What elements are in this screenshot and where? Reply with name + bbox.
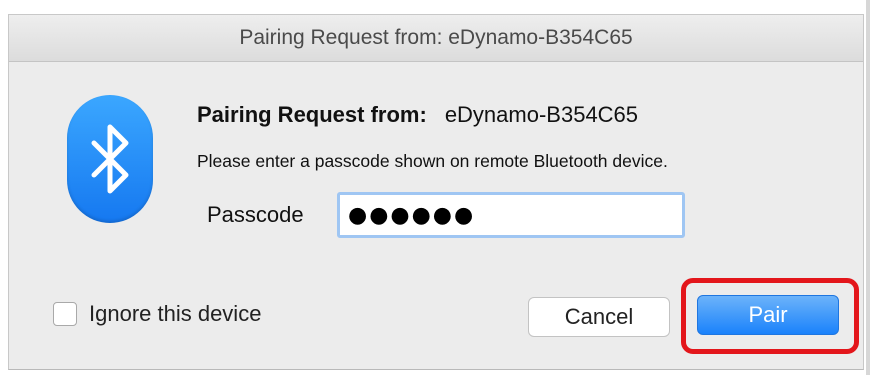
instruction-text: Please enter a passcode shown on remote … xyxy=(197,151,668,171)
pairing-dialog: Pairing Request from: eDynamo-B354C65 Pa… xyxy=(8,14,864,370)
dialog-heading: Pairing Request from: eDynamo-B354C65 xyxy=(197,102,638,128)
cancel-button[interactable]: Cancel xyxy=(528,297,670,337)
window-title: Pairing Request from: eDynamo-B354C65 xyxy=(239,26,633,49)
passcode-field[interactable] xyxy=(337,192,685,238)
window-titlebar[interactable]: Pairing Request from: eDynamo-B354C65 xyxy=(9,15,863,62)
ignore-device-checkbox[interactable] xyxy=(53,302,77,326)
window-edge-divider xyxy=(866,0,870,375)
ignore-device-option[interactable]: Ignore this device xyxy=(53,301,261,327)
heading-label: Pairing Request from: xyxy=(197,102,427,127)
device-name: eDynamo-B354C65 xyxy=(444,102,639,127)
pair-highlight-annotation xyxy=(681,278,859,354)
ignore-device-label: Ignore this device xyxy=(89,301,262,326)
passcode-label: Passcode xyxy=(207,202,304,227)
bluetooth-icon xyxy=(67,95,153,223)
